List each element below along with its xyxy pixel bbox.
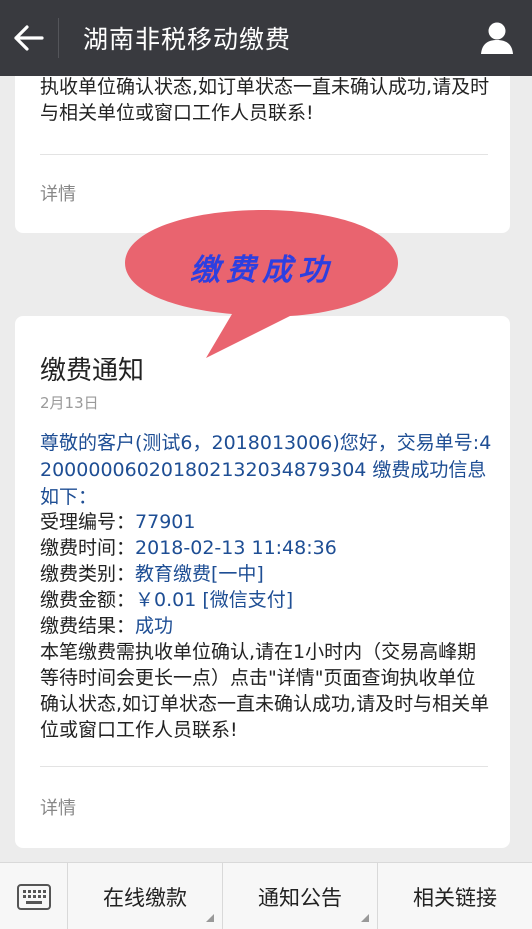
card-divider [40, 766, 488, 767]
details-link-previous[interactable]: 详情 [40, 180, 76, 206]
menu-label: 在线缴款 [103, 885, 187, 910]
confirmation-note: 本笔缴费需执收单位确认,请在1小时内（交易高峰期等待时间会更长一点）点击"详情"… [40, 641, 490, 741]
bottom-menu: 在线缴款 通知公告 相关链接 [0, 862, 532, 929]
info-value: 成功 [135, 615, 174, 637]
info-row: 受理编号：77901 [40, 509, 195, 535]
back-arrow-icon [14, 25, 44, 51]
card-divider [40, 154, 488, 155]
bubble-text: 缴费成功 [190, 253, 334, 288]
info-label: 缴费时间： [40, 537, 136, 559]
card-title: 缴费通知 [40, 356, 145, 386]
user-icon [481, 22, 513, 54]
card-date: 2月13日 [40, 394, 99, 412]
info-row: 缴费时间：2018-02-13 11:48:36 [40, 535, 337, 561]
top-navigation-bar: 湖南非税移动缴费 [0, 0, 532, 76]
keyboard-toggle-button[interactable] [0, 863, 68, 929]
page-title: 湖南非税移动缴费 [83, 25, 292, 54]
info-value: 77901 [135, 511, 196, 533]
info-row: 缴费结果：成功 [40, 613, 173, 639]
info-row: 缴费金额：￥0.01 [微信支付] [40, 587, 293, 613]
menu-online-payment[interactable]: 在线缴款 [68, 863, 223, 929]
info-value: ￥0.01 [微信支付] [135, 589, 294, 611]
message-card-payment[interactable]: 缴费通知 2月13日 尊敬的客户(测试6，2018013006)您好，交易单号:… [15, 316, 510, 848]
menu-links[interactable]: 相关链接 [378, 863, 532, 929]
info-label: 缴费类别： [40, 563, 136, 585]
submenu-indicator-icon [206, 914, 214, 922]
info-row: 缴费类别：教育缴费[一中] [40, 561, 264, 587]
greeting-text: 尊敬的客户(测试6，2018013006)您好，交易单号:42000000602… [40, 432, 492, 508]
info-label: 缴费结果： [40, 615, 136, 637]
keyboard-icon [16, 883, 51, 910]
user-profile-button[interactable] [462, 0, 532, 76]
details-link[interactable]: 详情 [40, 794, 76, 820]
info-value: 教育缴费[一中] [135, 563, 264, 585]
info-label: 缴费金额： [40, 589, 136, 611]
menu-notice[interactable]: 通知公告 [223, 863, 378, 929]
header-divider [58, 18, 59, 58]
message-card-previous: 执收单位确认状态,如订单状态一直未确认成功,请及时与相关单位或窗口工作人员联系!… [15, 58, 510, 233]
previous-message-text: 执收单位确认状态,如订单状态一直未确认成功,请及时与相关单位或窗口工作人员联系! [40, 76, 490, 124]
back-button[interactable] [0, 0, 58, 76]
menu-label: 通知公告 [258, 885, 342, 910]
info-label: 受理编号： [40, 511, 136, 533]
submenu-indicator-icon [361, 914, 369, 922]
menu-label: 相关链接 [413, 885, 497, 910]
info-value: 2018-02-13 11:48:36 [135, 537, 337, 559]
